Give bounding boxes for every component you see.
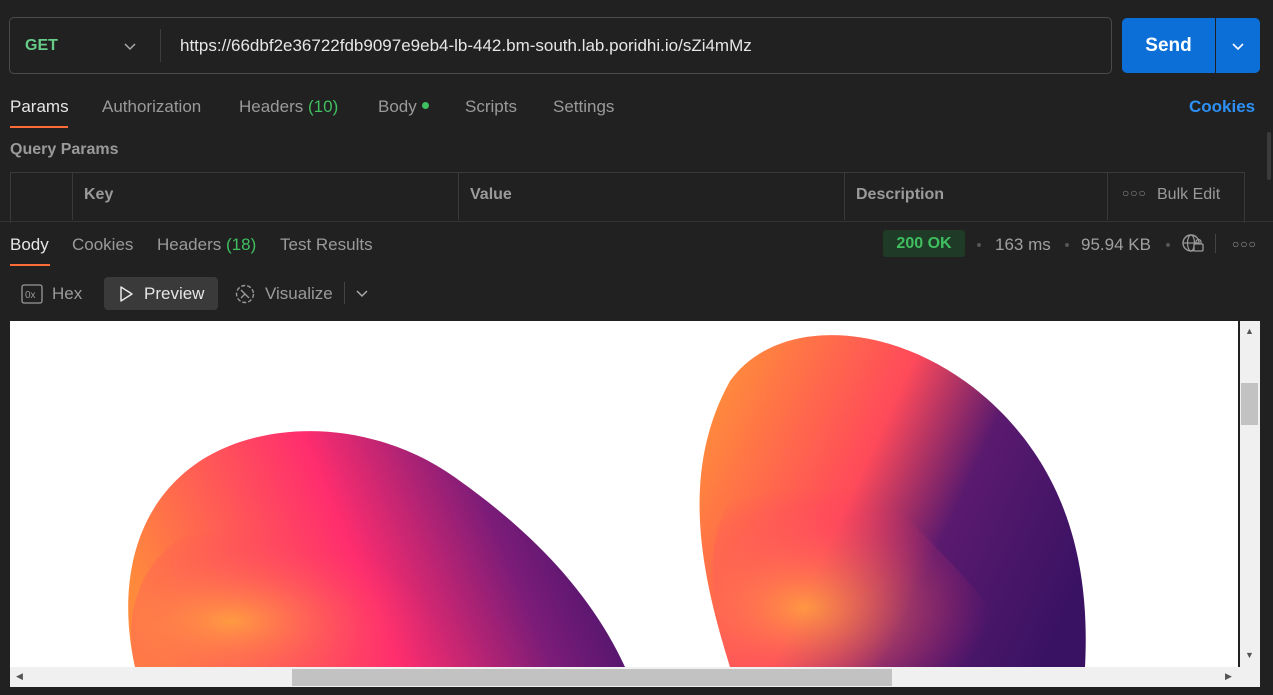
cookies-link[interactable]: Cookies — [1189, 97, 1255, 117]
column-divider — [458, 172, 459, 220]
pane-splitter[interactable] — [0, 221, 1273, 222]
more-options-icon[interactable]: ○○○ — [1122, 186, 1147, 200]
hex-view-button[interactable]: 0x Hex — [21, 278, 82, 310]
column-header-description: Description — [856, 186, 945, 203]
response-tab-headers-label: Headers — [157, 235, 222, 254]
scroll-left-arrow-icon[interactable]: ◀ — [16, 671, 23, 682]
send-button[interactable]: Send — [1122, 18, 1215, 73]
preview-view-button[interactable]: Preview — [104, 277, 218, 310]
column-divider — [72, 172, 73, 220]
chevron-down-icon[interactable] — [122, 38, 138, 54]
response-size[interactable]: 95.94 KB — [1081, 235, 1151, 255]
query-params-table — [10, 172, 1245, 223]
tab-body[interactable]: Body — [378, 97, 429, 117]
separator-dot — [1166, 243, 1170, 247]
active-tab-indicator — [10, 264, 50, 266]
chevron-down-icon — [1232, 42, 1244, 50]
play-icon — [120, 285, 133, 302]
active-tab-indicator — [10, 126, 68, 128]
more-options-icon[interactable]: ○○○ — [1232, 237, 1257, 251]
scroll-right-arrow-icon[interactable]: ▶ — [1225, 671, 1232, 682]
status-badge[interactable]: 200 OK — [883, 230, 965, 257]
divider — [160, 29, 161, 62]
send-options-button[interactable] — [1216, 18, 1260, 73]
scroll-up-arrow-icon[interactable]: ▲ — [1245, 326, 1254, 336]
scroll-down-arrow-icon[interactable]: ▼ — [1245, 650, 1254, 660]
tab-headers-label: Headers — [239, 97, 304, 116]
column-divider — [844, 172, 845, 220]
visualize-view-button[interactable]: Visualize — [234, 278, 333, 310]
method-selector[interactable]: GET — [25, 37, 58, 55]
tab-headers[interactable]: Headers (10) — [239, 97, 338, 117]
network-lock-icon[interactable] — [1181, 232, 1205, 254]
body-indicator-dot — [421, 102, 429, 110]
response-tab-cookies[interactable]: Cookies — [72, 235, 133, 255]
response-time[interactable]: 163 ms — [995, 235, 1051, 255]
response-tab-headers[interactable]: Headers (18) — [157, 235, 256, 255]
divider — [1215, 234, 1216, 253]
svg-text:0x: 0x — [25, 290, 36, 301]
separator-dot — [977, 243, 981, 247]
response-tab-body[interactable]: Body — [10, 235, 49, 255]
url-input[interactable]: https://66dbf2e36722fdb9097e9eb4-lb-442.… — [180, 36, 752, 56]
response-tab-test-results[interactable]: Test Results — [280, 235, 373, 255]
tab-settings[interactable]: Settings — [553, 97, 614, 117]
tab-body-label: Body — [378, 97, 417, 116]
preview-image — [128, 335, 1086, 667]
column-divider — [1107, 172, 1108, 220]
hex-icon: 0x — [21, 284, 43, 304]
tab-params[interactable]: Params — [10, 97, 69, 117]
vertical-scrollbar[interactable] — [1240, 321, 1260, 667]
column-header-value: Value — [470, 186, 512, 203]
hex-view-label: Hex — [52, 284, 83, 303]
tab-scripts[interactable]: Scripts — [465, 97, 517, 117]
scrollbar[interactable] — [1267, 132, 1271, 180]
headers-count: (10) — [308, 97, 339, 116]
response-preview-pane — [10, 321, 1238, 667]
visualize-icon — [235, 284, 255, 304]
column-header-key: Key — [84, 186, 114, 203]
query-params-title: Query Params — [10, 141, 119, 158]
visualize-view-label: Visualize — [265, 284, 333, 303]
bulk-edit-button[interactable]: Bulk Edit — [1157, 186, 1220, 204]
vertical-scroll-thumb[interactable] — [1241, 383, 1258, 425]
tab-authorization[interactable]: Authorization — [102, 97, 201, 117]
chevron-down-icon[interactable] — [354, 285, 370, 301]
separator-dot — [1065, 243, 1069, 247]
horizontal-scroll-thumb[interactable] — [292, 669, 892, 686]
divider — [344, 282, 345, 304]
response-headers-count: (18) — [226, 235, 257, 254]
preview-view-label: Preview — [144, 283, 205, 303]
